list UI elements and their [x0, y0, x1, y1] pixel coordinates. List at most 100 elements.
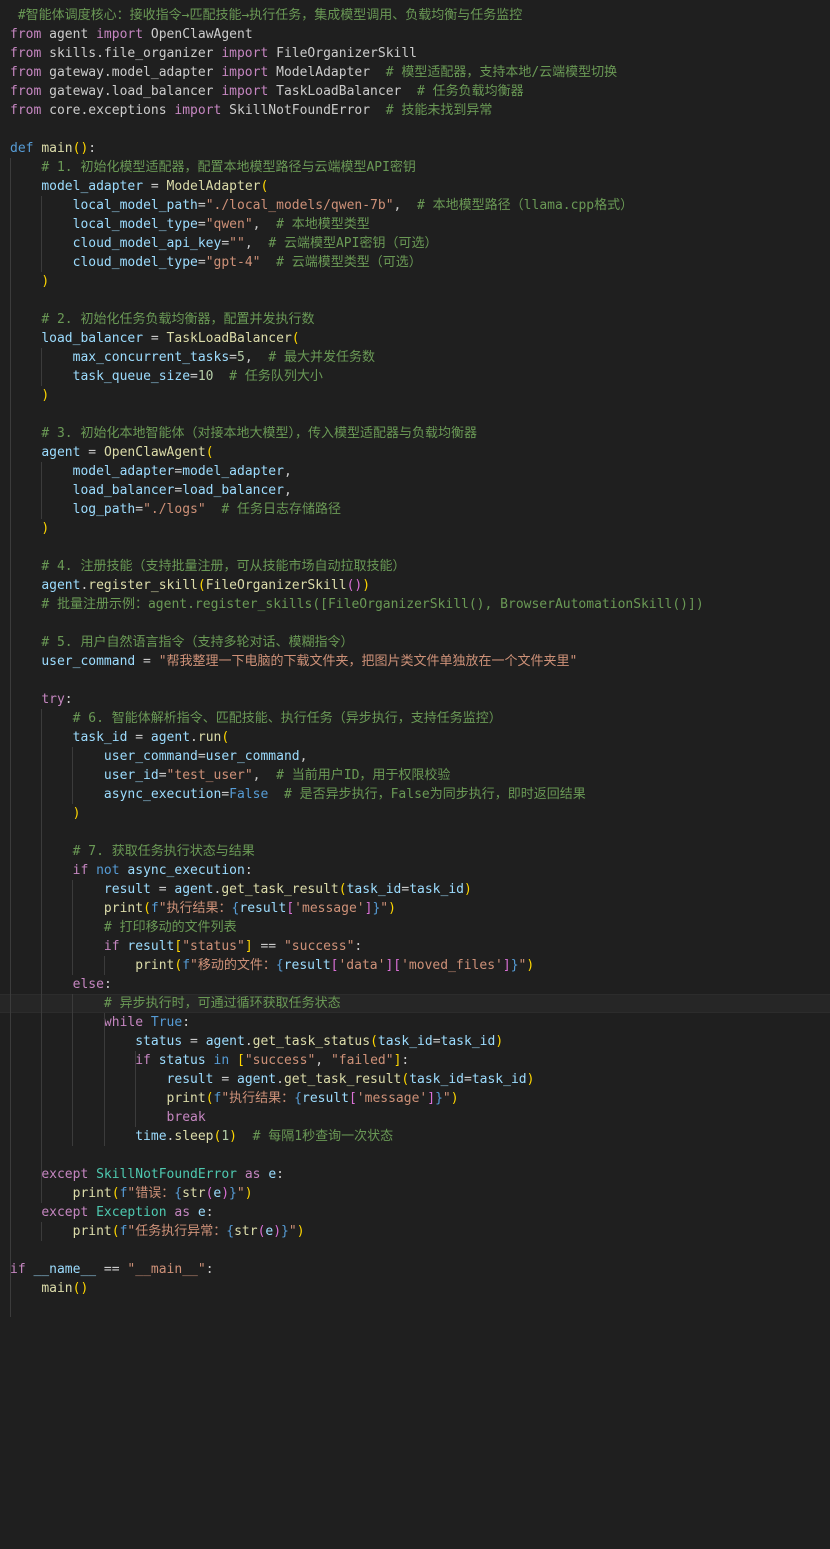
code-line[interactable]: agent.register_skill(FileOrganizerSkill(…	[0, 576, 830, 595]
code-line[interactable]: from gateway.model_adapter import ModelA…	[0, 63, 830, 82]
code-line[interactable]: except Exception as e:	[0, 1203, 830, 1222]
code-line[interactable]: # 7. 获取任务执行状态与结果	[0, 842, 830, 861]
code-token: agent	[174, 882, 214, 897]
code-token: status	[158, 1053, 206, 1068]
code-token: task_id	[377, 1034, 433, 1049]
code-line[interactable]: user_id="test_user", # 当前用户ID，用于权限校验	[0, 766, 830, 785]
code-token: :	[244, 863, 253, 878]
code-line[interactable]: log_path="./logs" # 任务日志存储路径	[0, 500, 830, 519]
code-line[interactable]: if __name__ == "__main__":	[0, 1260, 830, 1279]
code-line[interactable]: except SkillNotFoundError as e:	[0, 1165, 830, 1184]
code-line[interactable]: cloud_model_api_key="", # 云端模型API密钥（可选）	[0, 234, 830, 253]
code-line[interactable]: max_concurrent_tasks=5, # 最大并发任务数	[0, 348, 830, 367]
code-token: user_command	[103, 749, 198, 764]
code-line[interactable]	[0, 405, 830, 424]
code-line[interactable]: task_id = agent.run(	[0, 728, 830, 747]
code-line[interactable]: result = agent.get_task_result(task_id=t…	[0, 880, 830, 899]
code-line[interactable]: print(f"任务执行异常：{str(e)}")	[0, 1222, 830, 1241]
code-token: )	[362, 578, 371, 593]
code-line[interactable]: from skills.file_organizer import FileOr…	[0, 44, 830, 63]
code-line[interactable]: if status in ["success", "failed"]:	[0, 1051, 830, 1070]
code-line[interactable]: from core.exceptions import SkillNotFoun…	[0, 101, 830, 120]
code-line[interactable]: def main():	[0, 139, 830, 158]
code-token: local_model_type	[72, 217, 198, 232]
code-line[interactable]: agent = OpenClawAgent(	[0, 443, 830, 462]
code-line[interactable]	[0, 291, 830, 310]
code-line[interactable]: if result["status"] == "success":	[0, 937, 830, 956]
code-line[interactable]: # 打印移动的文件列表	[0, 918, 830, 937]
code-token: )	[296, 1224, 305, 1239]
code-line[interactable]	[0, 1241, 830, 1260]
code-token: =	[229, 350, 237, 365]
code-line[interactable]: # 2. 初始化任务负载均衡器，配置并发执行数	[0, 310, 830, 329]
code-line[interactable]: # 3. 初始化本地智能体（对接本地大模型），传入模型适配器与负载均衡器	[0, 424, 830, 443]
code-line[interactable]: load_balancer=load_balancer,	[0, 481, 830, 500]
code-line[interactable]: time.sleep(1) # 每隔1秒查询一次状态	[0, 1127, 830, 1146]
code-line[interactable]: user_command = "帮我整理一下电脑的下载文件夹，把图片类文件单独放…	[0, 652, 830, 671]
code-line[interactable]: model_adapter = ModelAdapter(	[0, 177, 830, 196]
code-line[interactable]	[0, 120, 830, 139]
code-token: # 批量注册示例：agent.register_skills([FileOrga…	[41, 597, 704, 612]
code-line[interactable]: local_model_path="./local_models/qwen-7b…	[0, 196, 830, 215]
code-line[interactable]	[0, 1146, 830, 1165]
code-line[interactable]: break	[0, 1108, 830, 1127]
code-line[interactable]: from agent import OpenClawAgent	[0, 25, 830, 44]
code-line[interactable]: async_execution=False # 是否异步执行，False为同步执…	[0, 785, 830, 804]
code-token: str	[234, 1224, 258, 1239]
code-line[interactable]: print(f"执行结果：{result['message']}")	[0, 899, 830, 918]
code-token: =	[150, 882, 175, 897]
code-line[interactable]: cloud_model_type="gpt-4" # 云端模型类型（可选）	[0, 253, 830, 272]
code-line[interactable]: )	[0, 272, 830, 291]
code-token: model_adapter	[41, 179, 144, 194]
code-token: as	[244, 1167, 261, 1182]
code-editor[interactable]: #智能体调度核心：接收指令→匹配技能→执行任务，集成模型调用、负载均衡与任务监控…	[0, 0, 830, 1549]
code-token: break	[166, 1110, 206, 1125]
code-token: agent	[150, 730, 191, 745]
code-line[interactable]: # 4. 注册技能（支持批量注册，可从技能市场自动拉取技能）	[0, 557, 830, 576]
code-line[interactable]: print(f"移动的文件：{result['data']['moved_fil…	[0, 956, 830, 975]
code-line[interactable]	[0, 538, 830, 557]
code-line[interactable]: #智能体调度核心：接收指令→匹配技能→执行任务，集成模型调用、负载均衡与任务监控	[0, 6, 830, 25]
code-line[interactable]: # 1. 初始化模型适配器，配置本地模型路径与云端模型API密钥	[0, 158, 830, 177]
code-line[interactable]: else:	[0, 975, 830, 994]
code-line[interactable]: load_balancer = TaskLoadBalancer(	[0, 329, 830, 348]
code-token: True	[150, 1015, 183, 1030]
code-line[interactable]: user_command=user_command,	[0, 747, 830, 766]
code-line[interactable]: task_queue_size=10 # 任务队列大小	[0, 367, 830, 386]
code-token: TaskLoadBalancer	[166, 331, 292, 346]
code-line[interactable]: local_model_type="qwen", # 本地模型类型	[0, 215, 830, 234]
code-line[interactable]: if not async_execution:	[0, 861, 830, 880]
code-line[interactable]: )	[0, 519, 830, 538]
code-line[interactable]: main()	[0, 1279, 830, 1298]
code-token: task_id	[409, 1072, 464, 1087]
code-line[interactable]: )	[0, 386, 830, 405]
code-line[interactable]: # 6. 智能体解析指令、匹配技能、执行任务（异步执行，支持任务监控）	[0, 709, 830, 728]
code-token: )	[526, 958, 535, 973]
code-token: cloud_model_api_key	[72, 236, 222, 251]
code-line[interactable]: print(f"执行结果：{result['message']}")	[0, 1089, 830, 1108]
code-line[interactable]: model_adapter=model_adapter,	[0, 462, 830, 481]
code-line[interactable]: # 批量注册示例：agent.register_skills([FileOrga…	[0, 595, 830, 614]
code-line[interactable]: )	[0, 804, 830, 823]
code-line[interactable]: from gateway.load_balancer import TaskLo…	[0, 82, 830, 101]
code-line[interactable]: while True:	[0, 1013, 830, 1032]
code-line[interactable]	[0, 823, 830, 842]
code-line[interactable]	[0, 614, 830, 633]
code-line[interactable]: print(f"错误：{str(e)}")	[0, 1184, 830, 1203]
code-token: import	[221, 84, 269, 99]
code-line[interactable]: status = agent.get_task_status(task_id=t…	[0, 1032, 830, 1051]
indent-guide	[41, 1222, 43, 1241]
code-line[interactable]: # 5. 用户自然语言指令（支持多轮对话、模糊指令）	[0, 633, 830, 652]
code-line[interactable]: result = agent.get_task_result(task_id=t…	[0, 1070, 830, 1089]
code-line[interactable]: # 异步执行时，可通过循环获取任务状态	[0, 994, 830, 1013]
code-token: task_id	[346, 882, 402, 897]
code-token: task_id	[440, 1034, 496, 1049]
code-line[interactable]	[0, 671, 830, 690]
code-line[interactable]: try:	[0, 690, 830, 709]
code-token: task_id	[471, 1072, 527, 1087]
